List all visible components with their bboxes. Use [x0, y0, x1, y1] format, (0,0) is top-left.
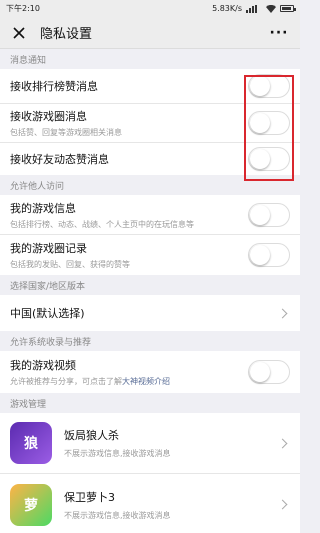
circle-messages-desc: 包括赞、回复等游戏圈相关消息 — [10, 128, 122, 137]
section-header-recommend: 允许系统收录与推荐 — [0, 331, 300, 351]
status-indicators: 5.83K/s — [212, 4, 296, 13]
circle-records-desc: 包括我的发贴、回复、获得的赞等 — [10, 260, 130, 269]
game-video-toggle[interactable] — [248, 360, 290, 384]
game-video-desc: 允许被推荐与分享，可点击了解 — [10, 377, 122, 386]
game-desc: 不展示游戏信息,接收游戏消息 — [64, 510, 171, 520]
status-bar: 下午2:10 5.83K/s — [0, 0, 300, 17]
row-region[interactable]: 中国(默认选择) — [0, 295, 300, 331]
game-name: 保卫萝卜3 — [64, 490, 115, 504]
game-desc: 不展示游戏信息,接收游戏消息 — [64, 449, 171, 458]
circle-messages-toggle[interactable] — [248, 111, 290, 135]
games-group: 饭局狼人杀 不展示游戏信息,接收游戏消息 保卫萝卜3 不展示游戏信息,接收游戏消… — [0, 413, 300, 533]
region-label: 中国(默认选择) — [10, 307, 85, 320]
row-friend-likes: 接收好友动态赞消息 — [0, 143, 300, 175]
row-rank-likes: 接收排行榜赞消息 — [0, 69, 300, 104]
battery-icon — [280, 5, 296, 12]
recommend-group: 我的游戏视频 允许被推荐与分享，可点击了解大神视频介绍 — [0, 351, 300, 393]
row-circle-messages: 接收游戏圈消息 包括赞、回复等游戏圈相关消息 — [0, 104, 300, 143]
section-header-region: 选择国家/地区版本 — [0, 275, 300, 295]
rank-likes-toggle[interactable] — [248, 74, 290, 98]
chevron-right-icon — [277, 308, 288, 318]
game-row[interactable]: 保卫萝卜3 不展示游戏信息,接收游戏消息 — [0, 474, 300, 533]
page-title: 隐私设置 — [40, 27, 93, 42]
game-video-label: 我的游戏视频 — [10, 359, 76, 372]
notify-group: 接收排行榜赞消息 接收游戏圈消息 包括赞、回复等游戏圈相关消息 接收好友动态赞消… — [0, 69, 300, 175]
carrot-game-icon — [10, 483, 52, 526]
region-group: 中国(默认选择) — [0, 295, 300, 331]
close-icon — [13, 26, 25, 39]
status-time: 下午2:10 — [6, 4, 40, 13]
network-speed: 5.83K/s — [212, 4, 242, 13]
wifi-icon — [266, 4, 276, 13]
signal-icon — [246, 4, 262, 13]
circle-records-label: 我的游戏圈记录 — [10, 242, 87, 255]
game-info-desc: 包括排行榜、动态、战绩、个人主页中的在玩信息等 — [10, 219, 194, 229]
friend-likes-label: 接收好友动态赞消息 — [10, 153, 109, 166]
row-game-info: 我的游戏信息 包括排行榜、动态、战绩、个人主页中的在玩信息等 — [0, 195, 300, 235]
close-button[interactable] — [10, 24, 28, 42]
visit-group: 我的游戏信息 包括排行榜、动态、战绩、个人主页中的在玩信息等 我的游戏圈记录 包… — [0, 195, 300, 275]
section-header-visit: 允许他人访问 — [0, 175, 300, 195]
circle-messages-label: 接收游戏圈消息 — [10, 110, 87, 123]
circle-records-toggle[interactable] — [248, 243, 290, 267]
more-button[interactable]: ··· — [268, 25, 290, 41]
game-info-label: 我的游戏信息 — [10, 201, 76, 215]
chevron-right-icon — [277, 499, 288, 510]
row-game-video: 我的游戏视频 允许被推荐与分享，可点击了解大神视频介绍 — [0, 351, 300, 393]
rank-likes-label: 接收排行榜赞消息 — [10, 80, 98, 93]
game-row[interactable]: 饭局狼人杀 不展示游戏信息,接收游戏消息 — [0, 413, 300, 474]
section-header-games: 游戏管理 — [0, 393, 300, 413]
game-name: 饭局狼人杀 — [64, 429, 119, 442]
werewolf-game-icon — [10, 422, 52, 464]
row-circle-records: 我的游戏圈记录 包括我的发贴、回复、获得的赞等 — [0, 235, 300, 275]
chevron-right-icon — [277, 438, 288, 448]
friend-likes-toggle[interactable] — [248, 147, 290, 171]
game-info-toggle[interactable] — [248, 202, 290, 227]
video-intro-link[interactable]: 大神视频介绍 — [122, 377, 170, 386]
section-header-notify: 消息通知 — [0, 49, 300, 69]
nav-bar: 隐私设置 ··· — [0, 17, 300, 49]
